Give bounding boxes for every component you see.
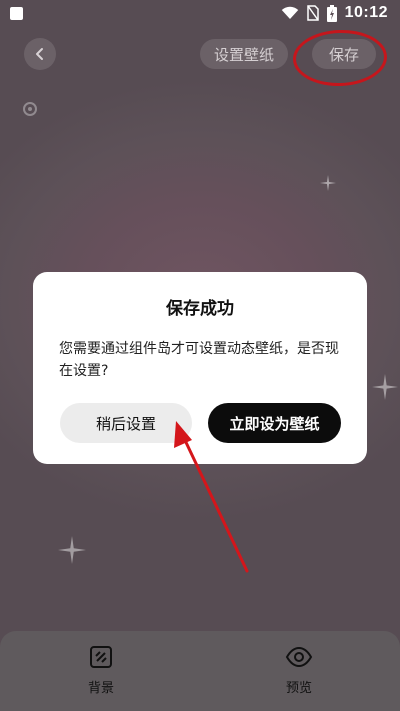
status-bar: 10:12: [0, 0, 400, 30]
bottom-nav: 背景 预览: [0, 631, 400, 711]
set-as-wallpaper-now-button[interactable]: 立即设为壁纸: [208, 403, 341, 443]
wallpaper-canvas: 10:12 设置壁纸 保存 保存成功 您需要通过组件岛才可设置动态壁纸，是否现在…: [0, 0, 400, 711]
sparkle-icon: [320, 175, 336, 191]
nav-background[interactable]: 背景: [71, 645, 131, 696]
dialog-message: 您需要通过组件岛才可设置动态壁纸，是否现在设置?: [59, 341, 339, 379]
nav-preview[interactable]: 预览: [269, 645, 329, 696]
wifi-icon: [281, 6, 298, 19]
notification-icon: [10, 7, 23, 20]
battery-icon: [326, 4, 337, 22]
indicator-dot: [23, 102, 37, 116]
sparkle-icon: [372, 374, 398, 400]
set-wallpaper-button[interactable]: 设置壁纸: [200, 39, 288, 69]
back-button[interactable]: [24, 38, 56, 70]
no-sim-icon: [306, 5, 319, 21]
sparkle-icon: [58, 536, 86, 564]
save-success-dialog: 保存成功 您需要通过组件岛才可设置动态壁纸，是否现在设置? 稍后设置 立即设为壁…: [33, 272, 367, 464]
clock: 10:12: [344, 4, 388, 21]
dialog-title: 保存成功: [166, 299, 234, 319]
nav-preview-label: 预览: [285, 681, 312, 696]
background-icon: [90, 646, 112, 668]
back-icon: [36, 48, 43, 60]
nav-background-label: 背景: [87, 681, 114, 696]
eye-icon: [285, 646, 313, 668]
set-later-button[interactable]: 稍后设置: [60, 403, 192, 443]
